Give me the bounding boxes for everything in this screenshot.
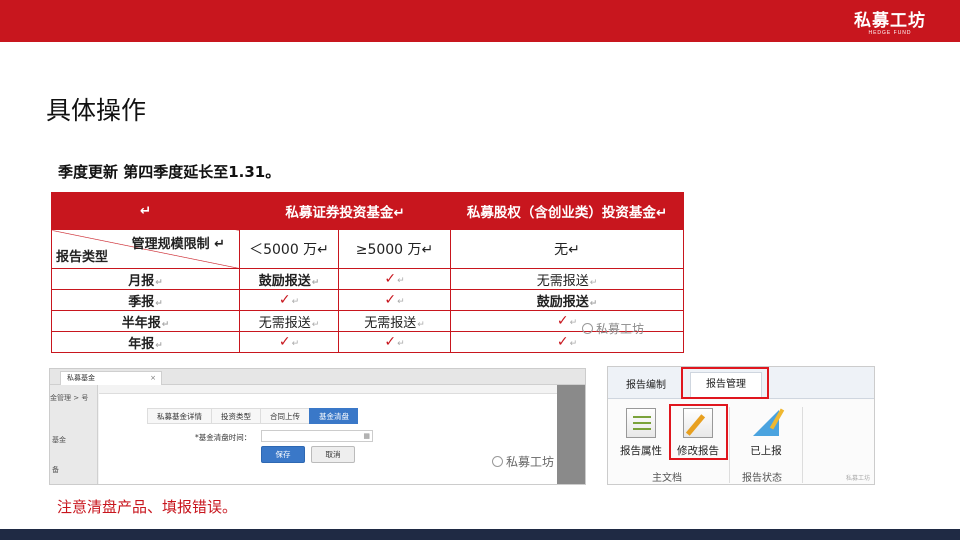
status-cell: ✓↵ xyxy=(239,331,339,353)
check-icon: ✓ xyxy=(384,292,397,308)
bottom-banner xyxy=(0,529,960,540)
properties-icon xyxy=(626,408,656,438)
status-cell: 无需报送↵ xyxy=(338,310,451,332)
left-nav-column: 金管理 > 号 基金 备 xyxy=(50,385,98,484)
ribbon-tabbar: 报告编制 报告管理 xyxy=(608,367,874,399)
tab-fund-liquidation[interactable]: 基金清盘 xyxy=(309,408,358,424)
status-cell: ✓↵ xyxy=(450,331,684,353)
table-row: 月报↵ 鼓励报送↵ ✓↵ 无需报送↵ xyxy=(51,268,684,290)
header-blank: ↵ xyxy=(51,192,240,230)
status-cell: ✓↵ xyxy=(239,289,339,311)
row-type-cell: 年报↵ xyxy=(51,331,240,353)
tab-fund-details[interactable]: 私募基金详情 xyxy=(147,408,211,424)
header-equity-fund: 私募股权（含创业类）投资基金↵ xyxy=(450,192,684,230)
row-type-cell: 季报↵ xyxy=(51,289,240,311)
table-header-row: ↵ 私募证券投资基金↵ 私募股权（含创业类）投资基金↵ xyxy=(51,192,684,230)
table-scale-row: 管理规模限制 ↵ 报告类型 ＜5000 万↵ ≥5000 万↵ 无↵ xyxy=(51,229,684,269)
form-subtabs: 私募基金详情 投资类型 合同上传 基金清盘 xyxy=(147,408,358,424)
slide: 私募工坊 HEDGE FUND 具体操作 季度更新 第四季度延长至1.31。 ↵… xyxy=(0,0,960,540)
calendar-icon[interactable]: ▦ xyxy=(363,432,370,440)
table-row: 季报↵ ✓↵ ✓↵ 鼓励报送↵ xyxy=(51,289,684,311)
watermark: 私募工坊 xyxy=(582,320,644,337)
cancel-button[interactable]: 取消 xyxy=(311,446,355,463)
submitted-button[interactable]: 已上报 xyxy=(736,408,796,458)
right-scroll-area xyxy=(557,385,585,484)
diag-label-scale: 管理规模限制 ↵ xyxy=(131,237,225,252)
scale-above-5000: ≥5000 万↵ xyxy=(338,229,451,269)
watermark: 私募工坊 xyxy=(845,475,870,482)
wechat-icon xyxy=(582,323,593,334)
divider xyxy=(802,407,803,483)
status-cell: ✓↵ xyxy=(338,289,451,311)
page-title: 具体操作 xyxy=(46,96,147,125)
ribbon-body: 报告属性 修改报告 已上报 主文档 报告状态 私募工坊 xyxy=(608,400,874,484)
check-icon: ✓ xyxy=(556,313,569,329)
status-cell: 鼓励报送↵ xyxy=(239,268,339,290)
logo-text: 私募工坊 xyxy=(854,11,926,31)
scale-none: 无↵ xyxy=(450,229,684,269)
ruler-icon xyxy=(751,408,781,438)
warning-note: 注意清盘产品、填报错误。 xyxy=(57,498,238,516)
row-type-cell: 半年报↵ xyxy=(51,310,240,332)
tab-report-edit[interactable]: 报告编制 xyxy=(626,376,666,391)
status-cell: ✓↵ xyxy=(338,331,451,353)
window-tabstrip: 私募基金 × xyxy=(50,369,585,385)
divider xyxy=(729,407,730,483)
highlight-box xyxy=(669,404,728,460)
scale-below-5000: ＜5000 万↵ xyxy=(239,229,339,269)
diag-label-report-type: 报告类型 xyxy=(56,250,109,265)
subtitle: 季度更新 第四季度延长至1.31。 xyxy=(58,163,281,181)
header-securities-fund: 私募证券投资基金↵ xyxy=(239,192,451,230)
report-properties-button[interactable]: 报告属性 xyxy=(611,408,671,458)
tab-private-fund[interactable]: 私募基金 × xyxy=(60,371,162,385)
group-report-status: 报告状态 xyxy=(742,473,782,484)
liquidation-date-label: *基金清盘时间： xyxy=(195,433,252,442)
check-icon: ✓ xyxy=(278,334,291,350)
check-icon: ✓ xyxy=(384,334,397,350)
top-banner: 私募工坊 HEDGE FUND xyxy=(0,0,960,42)
row-type-cell: 月报↵ xyxy=(51,268,240,290)
breadcrumb: 金管理 > 号 xyxy=(50,394,89,402)
group-main-document: 主文档 xyxy=(652,473,682,484)
close-icon[interactable]: × xyxy=(150,372,156,385)
check-icon: ✓ xyxy=(384,271,397,287)
check-icon: ✓ xyxy=(278,292,291,308)
save-button[interactable]: 保存 xyxy=(261,446,305,463)
status-cell: ✓↵ xyxy=(450,310,684,332)
status-cell: 鼓励报送↵ xyxy=(450,289,684,311)
screenshot-report-ribbon: 报告编制 报告管理 报告属性 修改报告 已上报 主文档 报告状态 私募工坊 xyxy=(607,366,875,485)
brand-logo: 私募工坊 HEDGE FUND xyxy=(854,6,926,36)
nav-label: 备 xyxy=(52,466,59,474)
highlight-box xyxy=(681,367,769,399)
nav-label: 基金 xyxy=(52,436,66,444)
check-icon: ✓ xyxy=(556,334,569,350)
tab-contract-upload[interactable]: 合同上传 xyxy=(260,408,309,424)
tab-investment-type[interactable]: 投资类型 xyxy=(211,408,260,424)
status-cell: 无需报送↵ xyxy=(450,268,684,290)
watermark: 私募工坊 xyxy=(492,453,554,470)
liquidation-date-input[interactable]: ▦ xyxy=(261,430,373,442)
status-cell: ✓↵ xyxy=(338,268,451,290)
diagonal-header-cell: 管理规模限制 ↵ 报告类型 xyxy=(51,229,240,269)
status-cell: 无需报送↵ xyxy=(239,310,339,332)
form-panel: 私募基金详情 投资类型 合同上传 基金清盘 *基金清盘时间： ▦ 保存 取消 xyxy=(99,393,585,484)
wechat-icon xyxy=(492,456,503,467)
